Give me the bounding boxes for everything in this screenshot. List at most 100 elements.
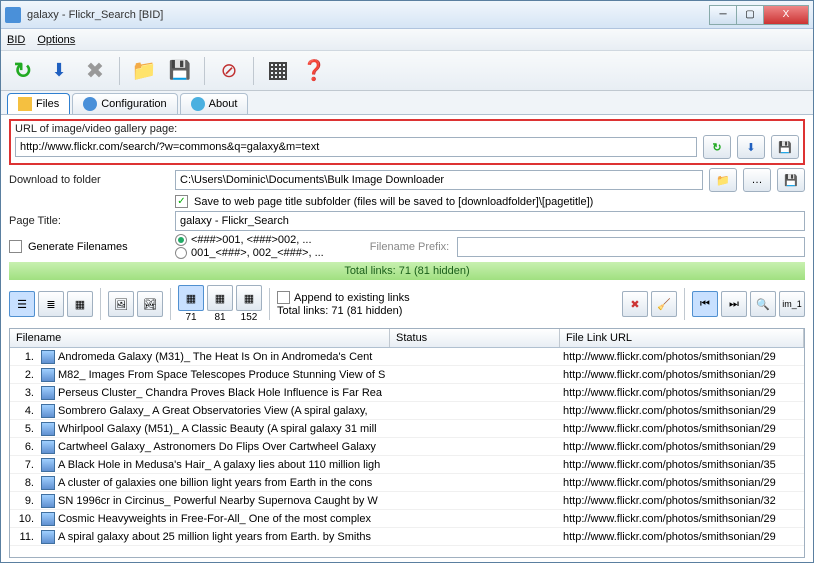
col-url[interactable]: File Link URL bbox=[560, 329, 804, 347]
refresh-button[interactable]: ↻ bbox=[7, 55, 39, 87]
url-input[interactable] bbox=[15, 137, 697, 157]
open-folder-button[interactable]: 📁 bbox=[128, 55, 160, 87]
image-icon bbox=[41, 458, 55, 472]
table-row[interactable]: 4. Sombrero Galaxy_ A Great Observatorie… bbox=[10, 402, 804, 420]
menu-bid[interactable]: BID bbox=[7, 34, 25, 46]
main-toolbar: ↻ ⬇ ✖ 📁 💾 ⊘ ❓ bbox=[1, 51, 813, 91]
x-icon: ✖ bbox=[86, 58, 104, 84]
subfolder-checkbox[interactable]: ✓ bbox=[175, 195, 188, 208]
row-url: http://www.flickr.com/photos/smithsonian… bbox=[563, 369, 804, 381]
pattern-radio-1[interactable] bbox=[175, 234, 187, 246]
status-text: Total links: 71 (81 hidden) bbox=[344, 265, 469, 277]
view-list-button[interactable]: ☰ bbox=[9, 291, 35, 317]
col-status[interactable]: Status bbox=[390, 329, 560, 347]
url-section: URL of image/video gallery page: ↻ ⬇ 💾 bbox=[9, 119, 805, 165]
delete-button[interactable]: ✖ bbox=[622, 291, 648, 317]
url-down-button[interactable]: ⬇ bbox=[737, 135, 765, 159]
count-152-button[interactable]: ▦ bbox=[236, 285, 262, 311]
count-71-button[interactable]: ▦ bbox=[178, 285, 204, 311]
url-refresh-button[interactable]: ↻ bbox=[703, 135, 731, 159]
skip-back-button[interactable]: ⏮ bbox=[692, 291, 718, 317]
save-button[interactable]: 💾 bbox=[164, 55, 196, 87]
row-url: http://www.flickr.com/photos/smithsonian… bbox=[563, 531, 804, 543]
filter-landscape-button[interactable]: 🏞 bbox=[137, 291, 163, 317]
image-icon bbox=[41, 350, 55, 364]
separator bbox=[119, 57, 120, 85]
image-icon bbox=[41, 440, 55, 454]
tab-about[interactable]: About bbox=[180, 93, 249, 114]
folder-browse-button[interactable]: 📁 bbox=[709, 168, 737, 192]
help-button[interactable]: ❓ bbox=[298, 55, 330, 87]
grid-body[interactable]: 1. Andromeda Galaxy (M31)_ The Heat Is O… bbox=[10, 348, 804, 557]
table-row[interactable]: 10. Cosmic Heavyweights in Free-For-All_… bbox=[10, 510, 804, 528]
col-filename[interactable]: Filename bbox=[10, 329, 390, 347]
filename-prefix-input[interactable] bbox=[457, 237, 805, 257]
row-url: http://www.flickr.com/photos/smithsonian… bbox=[563, 477, 804, 489]
zoom-button[interactable]: 🔍 bbox=[750, 291, 776, 317]
clear-button[interactable]: 🧹 bbox=[651, 291, 677, 317]
table-row[interactable]: 5. Whirlpool Galaxy (M51)_ A Classic Bea… bbox=[10, 420, 804, 438]
table-row[interactable]: 2. M82_ Images From Space Telescopes Pro… bbox=[10, 366, 804, 384]
im1-button[interactable]: im_1 bbox=[779, 291, 805, 317]
folder-more-button[interactable]: … bbox=[743, 168, 771, 192]
download-icon: ⬇ bbox=[51, 60, 66, 81]
url-save-button[interactable]: 💾 bbox=[771, 135, 799, 159]
count-81-button[interactable]: ▦ bbox=[207, 285, 233, 311]
table-row[interactable]: 6. Cartwheel Galaxy_ Astronomers Do Flip… bbox=[10, 438, 804, 456]
info-icon bbox=[191, 97, 205, 111]
grid-button[interactable] bbox=[262, 55, 294, 87]
row-filename: Whirlpool Galaxy (M51)_ A Classic Beauty… bbox=[58, 423, 393, 435]
view-thumb-button[interactable]: ▦ bbox=[67, 291, 93, 317]
generate-filenames-label: Generate Filenames bbox=[28, 241, 128, 253]
gear-icon bbox=[83, 97, 97, 111]
pattern2-label: 001_<###>, 002_<###>, ... bbox=[191, 247, 324, 259]
row-number: 5. bbox=[10, 423, 38, 435]
download-folder-input[interactable] bbox=[175, 170, 703, 190]
append-label: Append to existing links bbox=[294, 292, 410, 304]
row-url: http://www.flickr.com/photos/smithsonian… bbox=[563, 405, 804, 417]
close-button[interactable]: X bbox=[763, 5, 809, 25]
ellipsis-icon: … bbox=[752, 174, 763, 186]
tab-files[interactable]: Files bbox=[7, 93, 70, 114]
row-url: http://www.flickr.com/photos/smithsonian… bbox=[563, 423, 804, 435]
view-details-button[interactable]: ≣ bbox=[38, 291, 64, 317]
tab-files-label: Files bbox=[36, 98, 59, 110]
download-button[interactable]: ⬇ bbox=[43, 55, 75, 87]
pattern-radio-2[interactable] bbox=[175, 247, 187, 259]
menu-options[interactable]: Options bbox=[37, 34, 75, 46]
row-number: 8. bbox=[10, 477, 38, 489]
row-url: http://www.flickr.com/photos/smithsonian… bbox=[563, 459, 804, 471]
row-filename: M82_ Images From Space Telescopes Produc… bbox=[58, 369, 393, 381]
subfolder-label: Save to web page title subfolder (files … bbox=[194, 196, 593, 208]
folder-icon: 📁 bbox=[716, 174, 730, 187]
tab-config-label: Configuration bbox=[101, 98, 166, 110]
separator bbox=[253, 57, 254, 85]
table-row[interactable]: 3. Perseus Cluster_ Chandra Proves Black… bbox=[10, 384, 804, 402]
generate-filenames-checkbox[interactable] bbox=[9, 240, 22, 253]
minimize-button[interactable]: ─ bbox=[709, 5, 737, 25]
skip-fwd-button[interactable]: ⏭ bbox=[721, 291, 747, 317]
page-title-input[interactable] bbox=[175, 211, 805, 231]
stop-button[interactable]: ⊘ bbox=[213, 55, 245, 87]
table-row[interactable]: 1. Andromeda Galaxy (M31)_ The Heat Is O… bbox=[10, 348, 804, 366]
tab-configuration[interactable]: Configuration bbox=[72, 93, 177, 114]
image-icon bbox=[41, 476, 55, 490]
table-row[interactable]: 11. A spiral galaxy about 25 million lig… bbox=[10, 528, 804, 546]
append-checkbox[interactable] bbox=[277, 291, 290, 304]
app-icon bbox=[5, 7, 21, 23]
files-icon bbox=[18, 97, 32, 111]
row-url: http://www.flickr.com/photos/smithsonian… bbox=[563, 441, 804, 453]
save-icon: 💾 bbox=[169, 60, 191, 81]
maximize-button[interactable]: ▢ bbox=[736, 5, 764, 25]
table-row[interactable]: 8. A cluster of galaxies one billion lig… bbox=[10, 474, 804, 492]
brush-icon: 🧹 bbox=[657, 298, 671, 311]
row-filename: Cosmic Heavyweights in Free-For-All_ One… bbox=[58, 513, 393, 525]
save-icon: 💾 bbox=[784, 174, 798, 187]
table-row[interactable]: 9. SN 1996cr in Circinus_ Powerful Nearb… bbox=[10, 492, 804, 510]
filter-image-button[interactable]: 🖼 bbox=[108, 291, 134, 317]
cancel-button[interactable]: ✖ bbox=[79, 55, 111, 87]
folder-save-button[interactable]: 💾 bbox=[777, 168, 805, 192]
row-filename: Sombrero Galaxy_ A Great Observatories V… bbox=[58, 405, 393, 417]
download-folder-label: Download to folder bbox=[9, 174, 169, 186]
table-row[interactable]: 7. A Black Hole in Medusa's Hair_ A gala… bbox=[10, 456, 804, 474]
